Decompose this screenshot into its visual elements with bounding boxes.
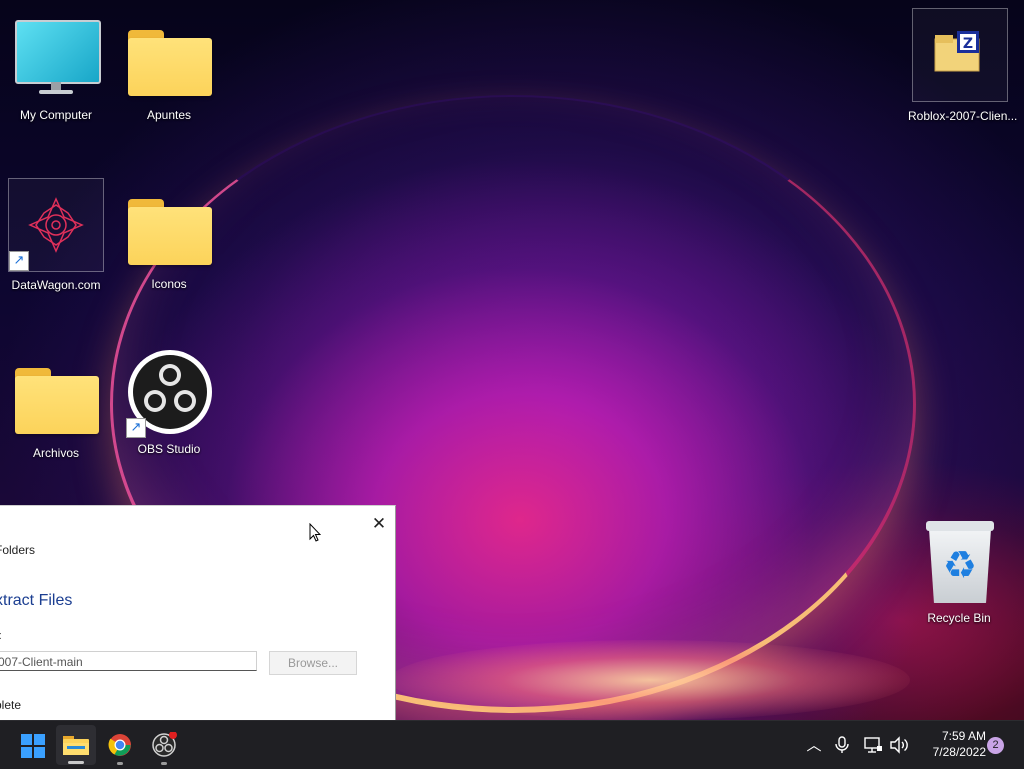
- start-button[interactable]: [12, 725, 52, 765]
- desktop-background: My Computer Apuntes ↗ DataWagon.com Icon…: [0, 0, 1024, 720]
- monitor-stand: [51, 82, 61, 90]
- taskbar-obs[interactable]: [144, 725, 184, 765]
- desktop-icon-label: Recycle Bin: [927, 611, 991, 625]
- clock-time: 7:59 AM: [941, 729, 986, 743]
- desktop-icon-obs-studio[interactable]: ↗ OBS Studio: [119, 350, 219, 456]
- windows-logo-icon: [21, 734, 45, 758]
- dialog-title: xtract Files: [0, 592, 73, 609]
- clock-date: 7/28/2022: [932, 745, 986, 759]
- destination-label: r:: [0, 630, 2, 642]
- chevron-up-icon[interactable]: ︿: [804, 735, 824, 755]
- zip-archive-icon: Z: [934, 31, 980, 72]
- browse-button[interactable]: Browse...: [269, 651, 357, 675]
- monitor-base: [39, 90, 73, 94]
- wallpaper-glow: [390, 640, 910, 720]
- folder-icon: [128, 30, 212, 96]
- desktop-icon-label: DataWagon.com: [11, 278, 101, 292]
- desktop-icon-label: Iconos: [151, 277, 187, 291]
- network-icon[interactable]: [863, 735, 883, 755]
- desktop-icon-my-computer[interactable]: My Computer: [6, 16, 106, 122]
- desktop-icon-datawagon[interactable]: ↗ DataWagon.com: [6, 178, 106, 292]
- svg-text:Z: Z: [963, 36, 973, 52]
- desktop-icon-iconos[interactable]: Iconos: [119, 185, 219, 291]
- desktop-icon-label: Archivos: [32, 446, 79, 460]
- active-indicator: [68, 761, 84, 764]
- monitor-icon: [15, 20, 101, 84]
- running-indicator: [161, 762, 167, 765]
- desktop-icon-apuntes[interactable]: Apuntes: [119, 16, 219, 122]
- microphone-icon[interactable]: [832, 735, 852, 755]
- taskbar: ︿ 7:59 AM 7/28/2022 2: [0, 720, 1024, 769]
- shortcut-arrow-icon: ↗: [9, 251, 29, 271]
- taskbar-chrome[interactable]: [100, 725, 140, 765]
- folder-icon: [128, 199, 212, 265]
- volume-icon[interactable]: [889, 735, 909, 755]
- close-icon[interactable]: ✕: [367, 512, 391, 536]
- desktop-icon-label: Roblox-2007-Clien...: [908, 109, 1018, 123]
- desktop-icon-roblox-zip[interactable]: Z Roblox-2007-Clien...: [908, 8, 1018, 123]
- system-clock[interactable]: 7:59 AM 7/28/2022: [912, 728, 986, 760]
- desktop-icon-label: My Computer: [19, 108, 93, 122]
- desktop-icon-recycle-bin[interactable]: ♻ Recycle Bin: [909, 519, 1009, 625]
- dialog-subtitle: Folders: [0, 543, 36, 557]
- running-indicator: [117, 762, 123, 765]
- dialog-status-text: plete: [0, 698, 22, 712]
- folder-icon: [63, 736, 89, 755]
- datawagon-logo-icon: [28, 197, 84, 253]
- extract-dialog: ✕ Folders xtract Files r: 007-Client-mai…: [0, 505, 396, 720]
- folder-icon: [15, 368, 99, 434]
- mouse-cursor-icon: [309, 523, 321, 542]
- destination-path-input[interactable]: 007-Client-main: [0, 651, 257, 671]
- desktop-icon-label: Apuntes: [146, 108, 192, 122]
- notification-badge[interactable]: 2: [987, 737, 1004, 754]
- recycle-bin-icon: ♻: [926, 521, 994, 603]
- desktop-icon-archivos[interactable]: Archivos: [6, 354, 106, 460]
- taskbar-file-explorer[interactable]: [56, 725, 96, 765]
- desktop-icon-label: OBS Studio: [137, 442, 201, 456]
- chrome-icon: [108, 734, 131, 756]
- shortcut-arrow-icon: ↗: [126, 418, 146, 438]
- obs-icon: [152, 732, 177, 757]
